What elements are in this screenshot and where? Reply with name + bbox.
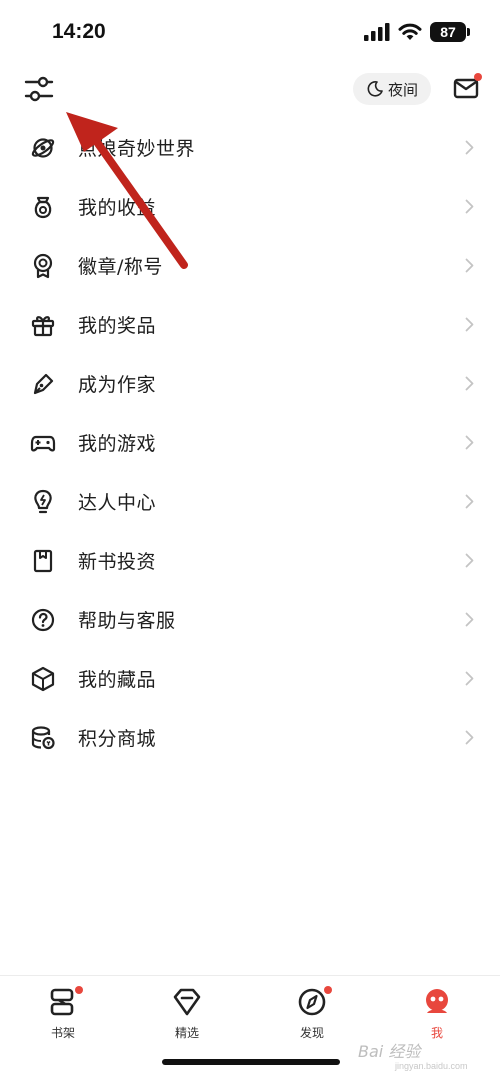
diamond-icon xyxy=(173,988,201,1016)
cube-icon xyxy=(31,666,55,692)
help-icon xyxy=(31,608,55,632)
tab-featured[interactable]: 精选 xyxy=(152,986,222,1050)
pen-icon xyxy=(33,373,54,395)
profile-avatar-icon xyxy=(426,989,448,1013)
menu-item-games[interactable]: 我的游戏 xyxy=(0,413,500,472)
menu-item-collections[interactable]: 我的藏品 xyxy=(0,649,500,708)
chevron-right-icon xyxy=(465,317,474,332)
menu-item-badges[interactable]: 徽章/称号 xyxy=(0,236,500,295)
menu-item-label: 新书投资 xyxy=(78,551,157,573)
chevron-right-icon xyxy=(465,671,474,686)
signal-icon xyxy=(364,23,390,41)
chevron-right-icon xyxy=(465,612,474,627)
status-bar: 14:20 87 xyxy=(0,0,500,62)
tab-bookshelf[interactable]: 书架 xyxy=(28,986,98,1050)
status-icons: 87 xyxy=(364,22,470,42)
menu-item-wonder-world[interactable]: 点娘奇妙世界 xyxy=(0,118,500,177)
gamepad-icon xyxy=(30,435,56,452)
menu-item-help-support[interactable]: 帮助与客服 xyxy=(0,590,500,649)
chevron-right-icon xyxy=(465,199,474,214)
moon-icon xyxy=(367,81,383,97)
home-indicator[interactable] xyxy=(162,1059,340,1065)
tab-notification-dot xyxy=(75,986,83,994)
menu-item-label: 达人中心 xyxy=(78,492,157,514)
status-time: 14:20 xyxy=(52,20,106,43)
mail-notification-dot xyxy=(474,73,482,81)
bookmark-icon xyxy=(33,549,53,573)
menu-item-new-book-investment[interactable]: 新书投资 xyxy=(0,531,500,590)
chevron-right-icon xyxy=(465,140,474,155)
watermark: Bai 经验 xyxy=(358,1042,421,1061)
coin-bag-icon xyxy=(34,196,52,219)
lightbulb-icon xyxy=(34,489,52,514)
menu-item-label: 我的游戏 xyxy=(78,433,157,455)
tab-label: 书架 xyxy=(50,1026,75,1040)
chevron-right-icon xyxy=(465,494,474,509)
watermark-url: jingyan.baidu.com xyxy=(395,1061,468,1071)
menu-item-label: 我的收益 xyxy=(78,197,157,219)
menu-item-label: 我的藏品 xyxy=(78,669,157,691)
menu-item-prizes[interactable]: 我的奖品 xyxy=(0,295,500,354)
menu-item-label: 我的奖品 xyxy=(78,315,157,337)
chevron-right-icon xyxy=(465,258,474,273)
menu-item-label: 成为作家 xyxy=(78,374,157,396)
profile-menu: 点娘奇妙世界 我的收益 徽章/称号 我的奖品 成为作家 我的游戏 达人中心 新书… xyxy=(0,118,500,767)
gift-icon xyxy=(31,316,55,337)
mail-button[interactable] xyxy=(453,73,482,101)
coins-icon xyxy=(31,726,55,750)
tab-label: 精选 xyxy=(174,1026,199,1040)
badge-icon xyxy=(33,253,53,279)
tab-discover[interactable]: 发现 xyxy=(277,986,347,1050)
planet-icon xyxy=(31,138,55,158)
menu-item-become-writer[interactable]: 成为作家 xyxy=(0,354,500,413)
chevron-right-icon xyxy=(465,435,474,450)
menu-item-label: 徽章/称号 xyxy=(78,256,163,278)
menu-item-earnings[interactable]: 我的收益 xyxy=(0,177,500,236)
menu-item-expert-center[interactable]: 达人中心 xyxy=(0,472,500,531)
battery-level: 87 xyxy=(440,24,456,40)
chevron-right-icon xyxy=(465,730,474,745)
menu-item-label: 点娘奇妙世界 xyxy=(78,138,196,160)
sliders-icon[interactable] xyxy=(24,74,54,104)
night-mode-label: 夜间 xyxy=(387,80,418,99)
wifi-icon xyxy=(398,23,422,40)
chevron-right-icon xyxy=(465,376,474,391)
menu-item-points-mall[interactable]: 积分商城 xyxy=(0,708,500,767)
tab-label: 发现 xyxy=(299,1026,324,1040)
chevron-right-icon xyxy=(465,553,474,568)
menu-item-label: 帮助与客服 xyxy=(78,610,176,632)
menu-item-label: 积分商城 xyxy=(78,728,157,750)
night-mode-button[interactable]: 夜间 xyxy=(353,73,431,105)
battery-indicator: 87 xyxy=(430,22,470,42)
tab-notification-dot xyxy=(324,986,332,994)
